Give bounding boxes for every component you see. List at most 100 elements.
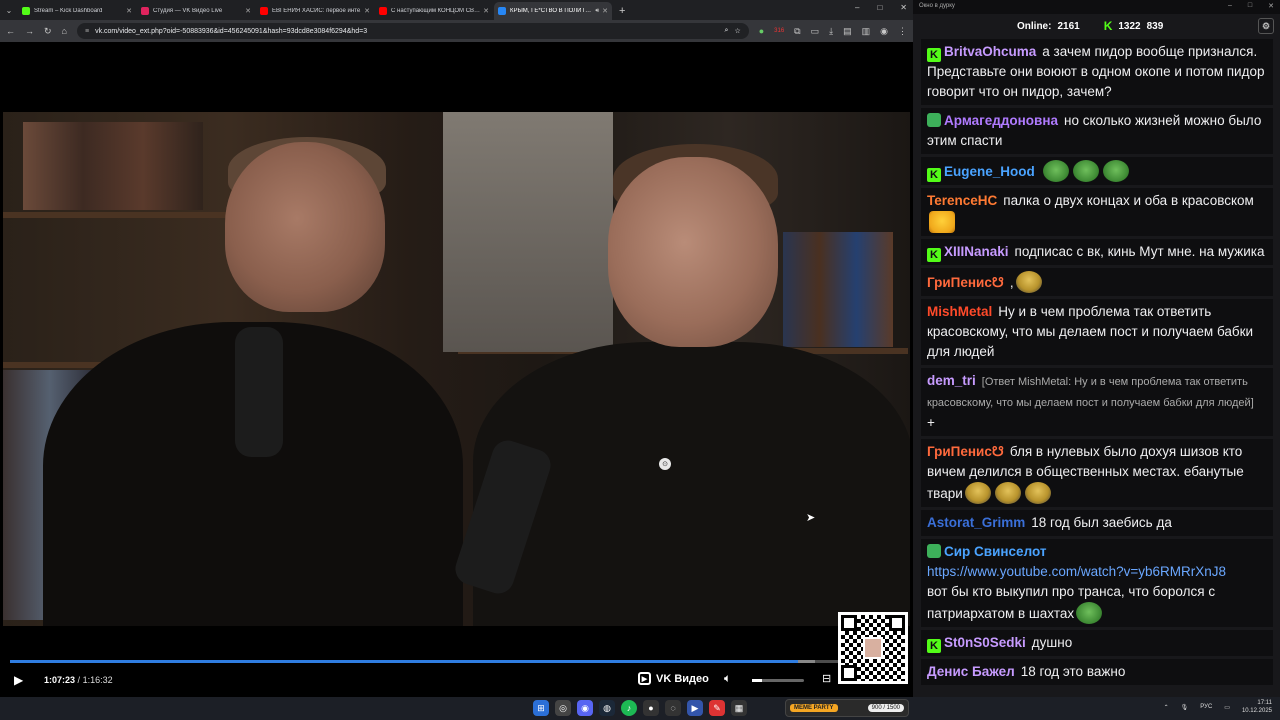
discord-icon[interactable]: ◉ (577, 700, 593, 716)
extension-green-icon[interactable]: ● (759, 26, 764, 36)
toolbar: ← → ↻ ⌂ ≡ vk.com/video_ext.php?oid=-5088… (0, 20, 913, 42)
tab-close-icon[interactable]: ✕ (126, 7, 132, 15)
profile-icon[interactable]: ◉ (880, 26, 888, 37)
gear-icon[interactable]: ⚙ (1258, 18, 1274, 34)
close-icon[interactable]: ✕ (1268, 2, 1274, 10)
browser-tab[interactable]: С наступающим КОНЦОМ СВ… ✕ (375, 2, 493, 20)
chat-message: ГриПенис☋ бля в нулевых было дохуя шизов … (921, 439, 1273, 507)
chat-username[interactable]: Astorat_Grimm (927, 515, 1025, 530)
steam-icon[interactable]: ◍ (599, 700, 615, 716)
bald-emote-icon (964, 482, 991, 504)
tab-search-icon[interactable]: ⌄ (0, 0, 18, 20)
microphone (235, 327, 283, 457)
back-icon[interactable]: ← (6, 26, 15, 36)
browser-tab[interactable]: ЕВГЕНИЯ ХАСИС: первое инте… ✕ (256, 2, 374, 20)
subtitles-icon[interactable]: ⊟ (822, 672, 831, 685)
chat-message: ГриПенис☋, (921, 268, 1273, 296)
tab-title: КРЫМ, ГЕ*СТВО В ПОЛИТ… (510, 8, 592, 14)
meme-party-label: MEME PARTY (790, 704, 838, 712)
chat-message: dem_tri [Ответ MishMetal: Ну и в чем проб… (921, 368, 1273, 436)
maximize-icon[interactable]: □ (877, 3, 882, 12)
tab-close-icon[interactable]: ✕ (483, 7, 489, 15)
tab-favicon-icon (498, 7, 506, 15)
volume-icon[interactable]: 🔈︎ (724, 671, 731, 686)
browser-tab[interactable]: Stream – Kick Dashboard ✕ (18, 2, 136, 20)
minimize-icon[interactable]: – (1228, 2, 1232, 10)
chat-username[interactable]: ГриПенис☋ (927, 444, 1004, 459)
vk-video-logo[interactable]: ▶ VK Видео (638, 672, 709, 685)
home-icon[interactable]: ⌂ (62, 26, 67, 36)
explorer-icon[interactable]: ▦ (731, 700, 747, 716)
mic-icon[interactable]: 🎙︎ (1181, 704, 1189, 711)
forward-icon[interactable]: → (25, 26, 34, 36)
play-icon[interactable]: ▶ (14, 673, 28, 687)
chat-username[interactable]: XIIINanaki (944, 244, 1009, 259)
chat-username[interactable]: Денис Бажел (927, 664, 1015, 679)
browser-tab[interactable]: Студия — VK Видео Live ✕ (137, 2, 255, 20)
lol-emote-icon (929, 211, 955, 233)
address-bar[interactable]: ≡ vk.com/video_ext.php?oid=-50883936&id=… (76, 23, 749, 39)
minimize-icon[interactable]: – (855, 3, 859, 12)
split-view-icon[interactable]: ▤ (843, 26, 852, 37)
extension-badge-icon[interactable]: 316 (774, 28, 784, 34)
tab-close-icon[interactable]: ✕ (245, 7, 251, 15)
language-indicator[interactable]: РУС (1200, 704, 1212, 710)
chat-username[interactable]: Армагеддоновна (944, 113, 1058, 128)
paint-icon[interactable]: ✎ (709, 700, 725, 716)
app-icon[interactable]: ◌ (665, 700, 681, 716)
sidebar-icon[interactable]: ▥ (862, 26, 871, 37)
qr-avatar-icon (863, 637, 883, 659)
meme-party-widget[interactable]: MEME PARTY 900 / 1500 (785, 699, 909, 717)
reload-icon[interactable]: ↻ (44, 26, 52, 37)
brand-label: VK Видео (656, 672, 709, 685)
chat-username[interactable]: MishMetal (927, 304, 992, 319)
chrome-icon[interactable]: ◎ (555, 700, 571, 716)
maximize-icon[interactable]: □ (1248, 2, 1252, 10)
chat-username[interactable]: Eugene_Hood (944, 164, 1035, 179)
menu-icon[interactable]: ⋮ (898, 26, 907, 37)
clock[interactable]: 17:11 10.12.2025 (1242, 699, 1272, 715)
pepe-emote-icon (1102, 160, 1129, 182)
network-icon[interactable]: ▭ (1224, 704, 1230, 711)
mod-badge-icon (927, 544, 941, 558)
zoom-icon[interactable]: ⌕ (725, 27, 729, 35)
download-icon[interactable]: ⤓ (829, 26, 833, 37)
tab-audio-icon[interactable]: 🔊︎ (595, 8, 599, 15)
video-frame[interactable] (3, 112, 910, 626)
volume-slider[interactable] (752, 679, 804, 682)
bookmark-star-icon[interactable]: ☆ (734, 27, 740, 35)
pepe-emote-icon (1076, 602, 1103, 624)
bald-emote-icon (1015, 271, 1042, 293)
mouse-cursor-icon: ➤ (806, 512, 816, 524)
browser-window: ⌄ Stream – Kick Dashboard ✕ Студия — VK Ви… (0, 0, 913, 697)
browser-tab[interactable]: КРЫМ, ГЕ*СТВО В ПОЛИТ… 🔊︎ ✕ (494, 2, 612, 20)
site-info-icon[interactable]: ≡ (85, 28, 89, 35)
tab-close-icon[interactable]: ✕ (602, 7, 608, 15)
chat-username[interactable]: Сир Свинселот (944, 544, 1046, 559)
start-icon[interactable]: ⊞ (533, 700, 549, 716)
chat-text: палка о двух концах и оба в красовском (1003, 193, 1254, 208)
chat-username[interactable]: TerenceHC (927, 193, 997, 208)
chat-username[interactable]: dem_tri (927, 373, 976, 388)
chat-username[interactable]: ГриПенис☋ (927, 275, 1004, 290)
new-tab-button[interactable]: + (619, 2, 625, 20)
extensions-icon[interactable]: ⧉ (794, 26, 800, 37)
cast-icon[interactable]: ▭ (811, 26, 820, 37)
chat-window-title: Окно в дурку (919, 3, 955, 9)
media-icon[interactable]: ▶ (687, 700, 703, 716)
tab-close-icon[interactable]: ✕ (364, 7, 370, 15)
chat-username[interactable]: St0nS0Sedki (944, 635, 1026, 650)
tray-chevron-icon[interactable]: ⌃ (1164, 704, 1169, 711)
chat-username[interactable]: BritvaOhcuma (944, 44, 1036, 59)
close-icon[interactable]: ✕ (900, 3, 907, 12)
obs-icon[interactable]: ● (643, 700, 659, 716)
spotify-icon[interactable]: ♪ (621, 700, 637, 716)
video-center-icon[interactable]: ⊙ (659, 458, 671, 470)
chat-link[interactable]: https://www.youtube.com/watch?v=yb6RMRrX… (927, 564, 1226, 579)
vk-play-icon: ▶ (638, 672, 651, 685)
player-controls: ▶ 1:07:23 / 1:16:32 ▶ VK Видео 🔈︎ ⊟ (0, 667, 913, 693)
tab-title: С наступающим КОНЦОМ СВ… (391, 8, 481, 14)
seek-bar[interactable] (10, 660, 905, 663)
chat-text: 18 год был заебись да (1031, 515, 1172, 530)
chat-message: K XIIINanaki подписас с вк, кинь Мут мне. … (921, 239, 1273, 265)
